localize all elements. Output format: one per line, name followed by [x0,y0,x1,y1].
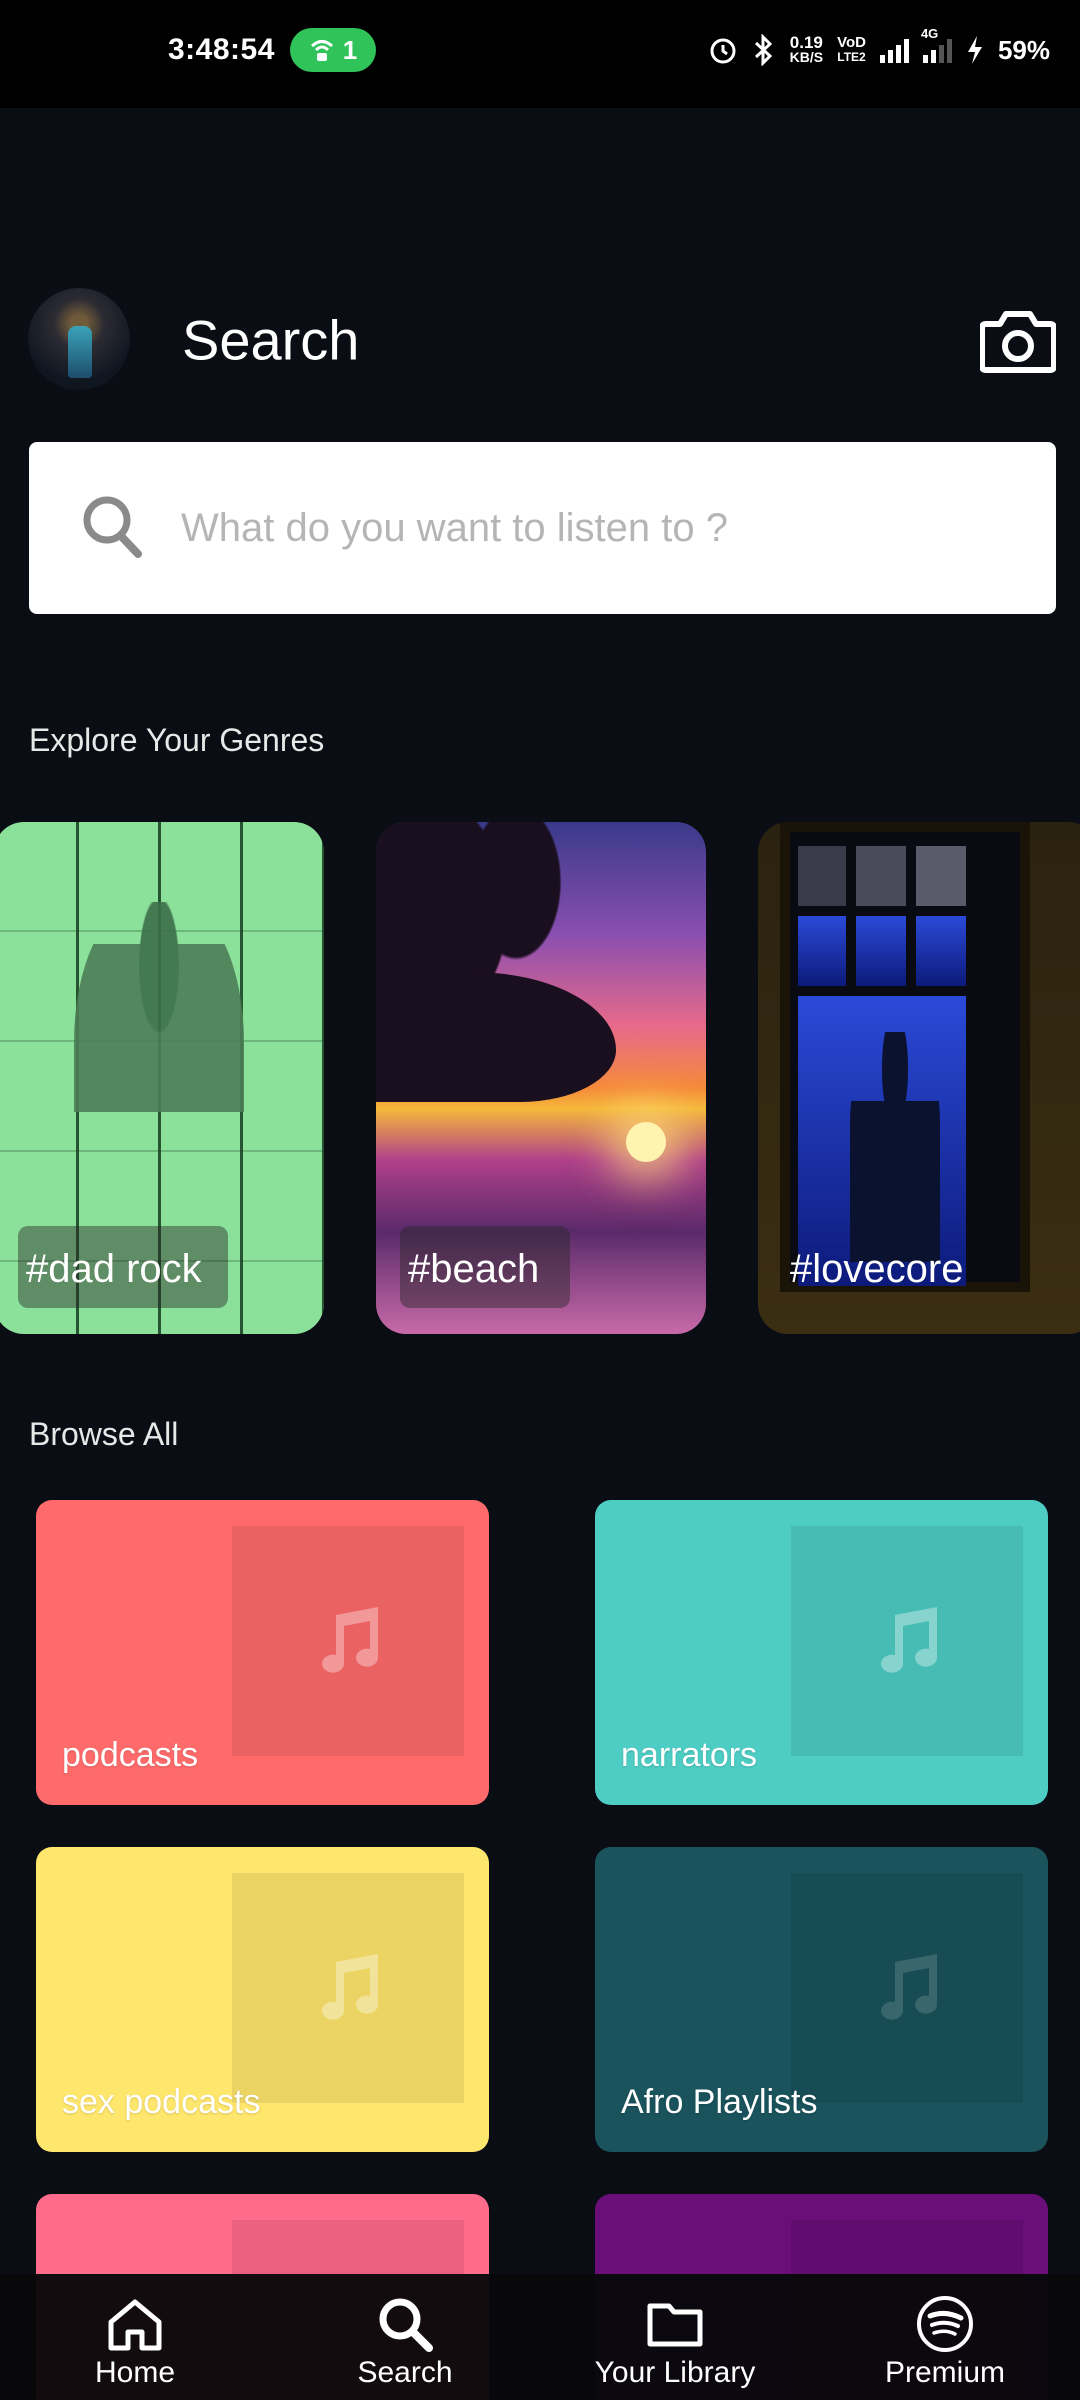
tile-label: sex podcasts [62,2083,261,2121]
genre-card-dad-rock[interactable]: #dad rock [0,822,324,1334]
nav-search-label: Search [357,2356,453,2389]
home-icon [108,2299,162,2351]
tile-artwork [232,1873,464,2103]
genre-card-beach[interactable]: #beach [376,822,706,1334]
genre-card-label: #dad rock [26,1247,202,1291]
genres-heading: Explore Your Genres [29,722,325,758]
status-bar: 3:48:54 1 0.19 KB/S VoD LTE2 4G 59% [0,0,1080,108]
signal-strength-icon [879,37,909,63]
bluetooth-icon [754,34,772,66]
music-note-icon [881,1954,938,2020]
browse-heading: Browse All [29,1416,179,1452]
alarm-icon [710,38,736,64]
tile-label: podcasts [62,1736,199,1774]
search-icon [379,2298,433,2352]
nav-home[interactable]: Home [0,2274,270,2400]
genre-card-label: #lovecore [790,1247,964,1291]
bottom-navigation: Home Search Your Library Premium [0,2274,1080,2400]
music-note-icon [322,1954,379,2020]
status-icons: 0.19 KB/S VoD LTE2 4G 59% [708,27,1050,66]
genre-card-lovecore[interactable]: #lovecore [758,822,1080,1334]
nav-search[interactable]: Search [270,2274,540,2400]
nav-premium[interactable]: Premium [810,2274,1080,2400]
browse-tile-podcasts[interactable]: podcasts [36,1500,489,1805]
search-input[interactable] [181,442,1021,614]
tile-artwork [232,1526,464,1756]
search-bar[interactable] [29,442,1056,614]
tile-artwork [791,1526,1023,1756]
nav-library[interactable]: Your Library [540,2274,810,2400]
browse-tile-sex-podcasts[interactable]: sex podcasts [36,1847,489,2152]
nav-home-label: Home [94,2356,176,2389]
camera-icon[interactable] [980,306,1056,374]
spotify-icon [917,2296,973,2352]
tile-label: narrators [621,1736,758,1774]
browse-tile-afro-playlists[interactable]: Afro Playlists [595,1847,1048,2152]
volte-indicator: VoD LTE2 [837,34,866,64]
tile-artwork [791,1873,1023,2103]
hotspot-indicator: 1 [290,28,376,72]
hotspot-icon [310,40,333,61]
net-speed: 0.19 KB/S [789,33,824,65]
profile-avatar[interactable] [28,288,130,390]
nav-library-label: Your Library [594,2356,756,2389]
genre-card-label: #beach [408,1247,540,1291]
battery-percent: 59% [997,34,1050,65]
hotspot-count: 1 [342,34,358,65]
network-type: 4G [921,27,952,63]
charging-icon [967,36,982,64]
search-icon [83,496,142,558]
music-note-icon [322,1607,379,1673]
nav-premium-label: Premium [884,2356,1005,2389]
browse-tile-narrators[interactable]: narrators [595,1500,1048,1805]
music-note-icon [881,1607,938,1673]
status-time: 3:48:54 [168,33,275,66]
tile-label: Afro Playlists [621,2083,818,2121]
page-title: Search [182,308,360,372]
genre-carousel[interactable]: #dad rock #beach #lovecore [0,822,1080,1334]
folder-icon [647,2303,703,2347]
